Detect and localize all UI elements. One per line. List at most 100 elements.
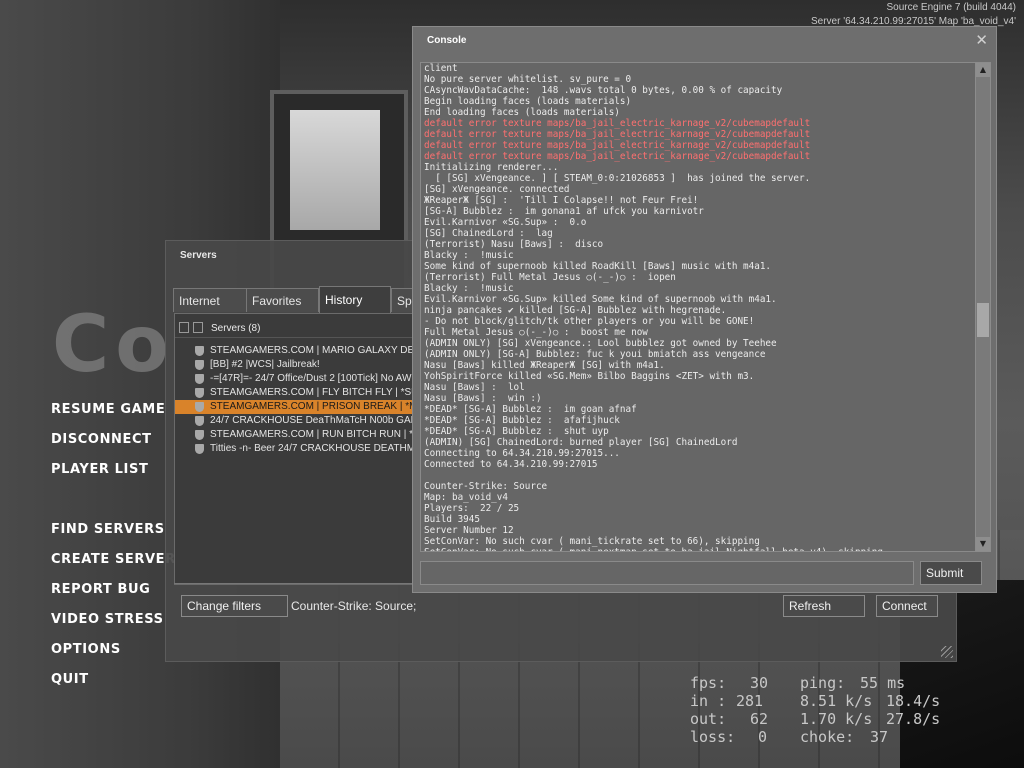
engine-build: Source Engine 7 (build 4044): [886, 2, 1016, 13]
change-filters-button[interactable]: Change filters: [181, 595, 288, 617]
server-list: Servers (8) STEAMGAMERS.COM | MARIO GALA…: [174, 313, 426, 585]
console-line: Nasu [Baws] : win :): [424, 393, 542, 404]
console-line: default error texture maps/ba_jail_elect…: [424, 151, 811, 162]
console-line: Server Number 12: [424, 525, 514, 536]
console-line: *DEAD* [SG-A] Bubblez : im goan afnaf: [424, 404, 637, 415]
server-count-header[interactable]: Servers (8): [211, 323, 260, 334]
console-line: default error texture maps/ba_jail_elect…: [424, 129, 811, 140]
console-line: *DEAD* [SG-A] Bubblez : afafijhuck: [424, 415, 620, 426]
console-line: default error texture maps/ba_jail_elect…: [424, 118, 811, 129]
console-line: ЖReaperЖ [SG] : 'Till I Colapse!! not Fe…: [424, 195, 699, 206]
ping-label: ping:: [800, 674, 846, 692]
console-line: SetConVar: No such cvar ( mani_tickrate …: [424, 536, 760, 547]
menu-disconnect[interactable]: DISCONNECT: [51, 432, 152, 447]
server-name: STEAMGAMERS.COM | MARIO GALAXY DEATHRUN: [210, 345, 425, 356]
menu-options[interactable]: OPTIONS: [51, 642, 121, 657]
console-line: CAsyncWavDataCache: 148 .wavs total 0 by…: [424, 85, 783, 96]
menu-player-list[interactable]: PLAYER LIST: [51, 462, 148, 477]
menu-report-bug[interactable]: REPORT BUG: [51, 582, 150, 597]
vac-shield-icon: [195, 360, 204, 370]
console-line: Nasu [Baws] killed ЖReaperЖ [SG] with m4…: [424, 360, 665, 371]
menu-resume-game[interactable]: RESUME GAME: [51, 402, 165, 417]
console-title: Console: [427, 35, 467, 46]
server-name: -=[47R]=- 24/7 Office/Dust 2 [100Tick] N…: [210, 373, 419, 384]
console-line: (ADMIN) [SG] ChainedLord: burned player …: [424, 437, 738, 448]
console-scrollbar[interactable]: ▲ ▼: [975, 62, 991, 552]
server-list-header: Servers (8): [175, 321, 425, 338]
console-line: default error texture maps/ba_jail_elect…: [424, 140, 811, 151]
console-line: No pure server whitelist. sv_pure = 0: [424, 74, 632, 85]
console-line: Players: 22 / 25: [424, 503, 520, 514]
console-log-lines: client No pure server whitelist. sv_pure …: [424, 63, 883, 551]
menu-quit[interactable]: QUIT: [51, 672, 89, 687]
submit-button[interactable]: Submit: [920, 561, 982, 585]
console-line: Connected to 64.34.210.99:27015: [424, 459, 598, 470]
fps-label: fps:: [690, 674, 727, 692]
console-line: Map: ba_void_v4: [424, 492, 508, 503]
tab-history[interactable]: History: [319, 286, 391, 313]
console-line: *DEAD* [SG-A] Bubblez : shut uyp: [424, 426, 609, 437]
console-line: [ [SG] xVengeance. ] [ STEAM_0:0:2102685…: [424, 173, 811, 184]
console-line: Blacky : !music: [424, 283, 514, 294]
console-line: Initializing renderer...: [424, 162, 559, 173]
menu-find-servers[interactable]: FIND SERVERS: [51, 522, 165, 537]
console-command-input[interactable]: [420, 561, 914, 585]
server-row[interactable]: 24/7 CRACKHOUSE DeaThMaTcH N00b GALORE: [175, 414, 425, 428]
choke-value: 37: [870, 728, 889, 746]
vac-shield-icon: [195, 374, 204, 384]
console-line: Counter-Strike: Source: [424, 481, 548, 492]
loss-value: 0: [758, 728, 768, 746]
scroll-thumb[interactable]: [977, 303, 989, 337]
console-output[interactable]: client No pure server whitelist. sv_pure …: [420, 62, 978, 552]
server-row[interactable]: STEAMGAMERS.COM | RUN BITCH RUN | *DEATH…: [175, 428, 425, 442]
server-row[interactable]: STEAMGAMERS.COM | FLY BITCH FLY | *SURF*: [175, 386, 425, 400]
in-rate: 8.51 k/s: [800, 692, 873, 710]
refresh-button[interactable]: Refresh: [783, 595, 865, 617]
in-label: in :: [690, 692, 727, 710]
server-row[interactable]: -=[47R]=- 24/7 Office/Dust 2 [100Tick] N…: [175, 372, 425, 386]
tab-favorites[interactable]: Favorites: [246, 288, 319, 312]
ping-value: 55 ms: [860, 674, 906, 692]
console-line: Build 3945: [424, 514, 480, 525]
console-line: (ADMIN ONLY) [SG-A] Bubblez: fuc k youi …: [424, 349, 766, 360]
vac-shield-icon: [195, 402, 204, 412]
console-line: YohSpiritForce killed «SG.Mem» Bilbo Bag…: [424, 371, 755, 382]
lock-column-icon[interactable]: [179, 322, 189, 333]
server-row[interactable]: [BB] #2 |WCS| Jailbreak!: [175, 358, 425, 372]
in-packets: 18.4/s: [886, 692, 941, 710]
vac-shield-icon: [195, 416, 204, 426]
server-row[interactable]: Titties -n- Beer 24/7 CRACKHOUSE DEATHMA…: [175, 442, 425, 456]
console-line: Blacky : !music: [424, 250, 514, 261]
console-line: [SG] xVengeance. connected: [424, 184, 570, 195]
scroll-down-icon[interactable]: ▼: [976, 537, 990, 551]
menu-video-stress[interactable]: VIDEO STRESS: [51, 612, 164, 627]
out-bytes: 62: [750, 710, 769, 728]
server-row[interactable]: STEAMGAMERS.COM | MARIO GALAXY DEATHRUN: [175, 344, 425, 358]
tab-internet[interactable]: Internet: [173, 288, 247, 312]
console-line: Connecting to 64.34.210.99:27015...: [424, 448, 620, 459]
console-line: Evil.Karnivor «SG.Sup» : 0.o: [424, 217, 587, 228]
server-name: [BB] #2 |WCS| Jailbreak!: [210, 359, 320, 370]
server-row-selected[interactable]: STEAMGAMERS.COM | PRISON BREAK | *MOD*: [175, 400, 425, 414]
menu-create-server[interactable]: CREATE SERVER: [51, 552, 176, 567]
close-icon[interactable]: ✕: [975, 31, 988, 49]
server-name: 24/7 CRACKHOUSE DeaThMaTcH N00b GALORE: [210, 415, 425, 426]
server-name: STEAMGAMERS.COM | FLY BITCH FLY | *SURF*: [210, 387, 425, 398]
scroll-up-icon[interactable]: ▲: [976, 63, 990, 77]
console-line: (Terrorist) Full Metal Jesus ○(-_-)○ : i…: [424, 272, 676, 283]
connect-button[interactable]: Connect: [876, 595, 938, 617]
console-window: Console ✕ client No pure server whitelist…: [412, 26, 997, 593]
console-line: [SG] ChainedLord : lag: [424, 228, 553, 239]
vac-shield-icon: [195, 388, 204, 398]
loss-label: loss:: [690, 728, 736, 746]
server-name: STEAMGAMERS.COM | RUN BITCH RUN | *DEATH…: [210, 429, 425, 440]
secure-column-icon[interactable]: [193, 322, 203, 333]
vac-shield-icon: [195, 346, 204, 356]
resize-grip[interactable]: [941, 646, 953, 658]
vac-shield-icon: [195, 444, 204, 454]
console-line: [SG-A] Bubblez : im gonana1 af ufck you …: [424, 206, 704, 217]
console-line: Full Metal Jesus ○(-_-)○ : boost me now: [424, 327, 648, 338]
out-rate: 1.70 k/s: [800, 710, 873, 728]
out-label: out:: [690, 710, 727, 728]
